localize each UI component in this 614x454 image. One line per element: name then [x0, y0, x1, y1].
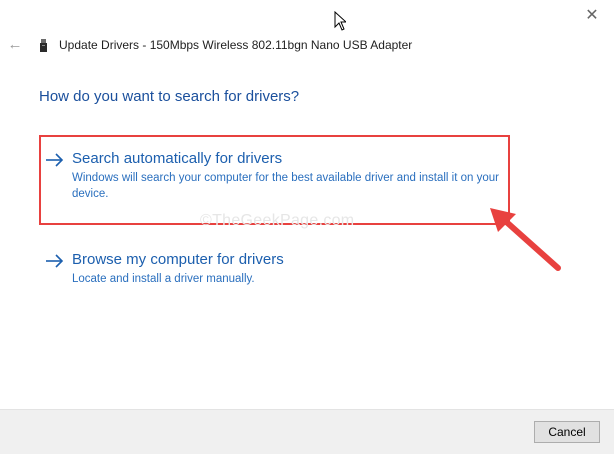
watermark-text: ©TheGeekPage.com: [200, 212, 355, 229]
dialog-footer: [0, 409, 614, 454]
browse-computer-title[interactable]: Browse my computer for drivers: [72, 251, 284, 268]
dialog-title: Update Drivers - 150Mbps Wireless 802.11…: [59, 38, 413, 52]
update-drivers-dialog: ✕ ← Update Drivers - 150Mbps Wireless 80…: [0, 0, 614, 454]
close-icon[interactable]: ✕: [582, 6, 602, 26]
cancel-button[interactable]: Cancel: [534, 421, 600, 443]
right-arrow-icon: [46, 254, 64, 268]
browse-computer-option[interactable]: Browse my computer for drivers Locate an…: [44, 251, 504, 287]
usb-adapter-icon: [40, 39, 47, 52]
red-pointer-arrow: [490, 208, 561, 271]
back-arrow-icon[interactable]: ←: [6, 36, 24, 54]
browse-computer-description: Locate and install a driver manually.: [72, 273, 255, 285]
mouse-cursor-icon: [334, 11, 346, 31]
page-heading: How do you want to search for drivers?: [39, 88, 300, 105]
